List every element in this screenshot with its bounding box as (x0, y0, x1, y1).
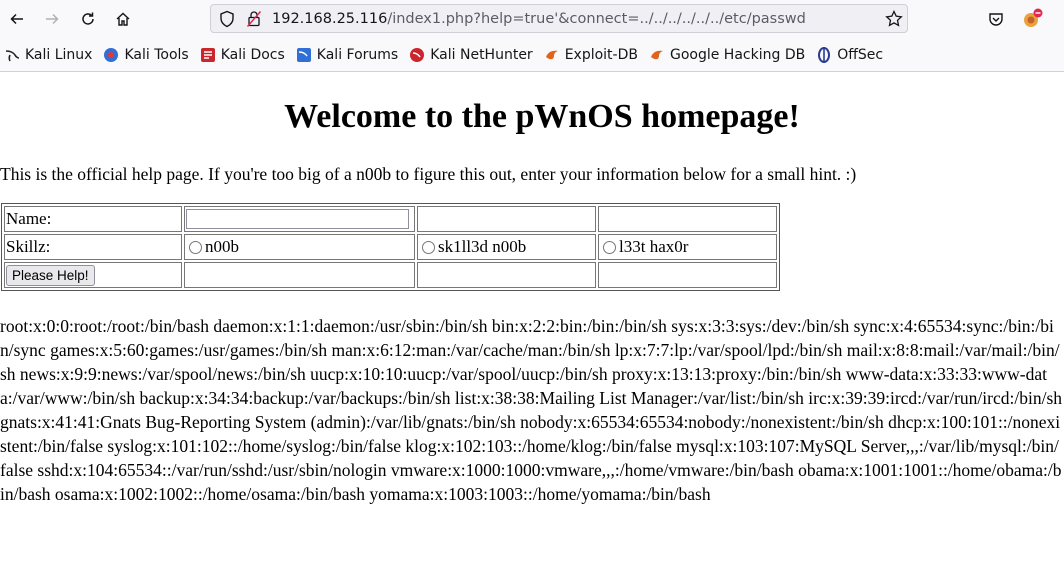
form-row-submit: Please Help! (4, 262, 777, 288)
browser-chrome: 192.168.25.116/index1.php?help=true'&con… (0, 0, 1064, 72)
extensions-button[interactable] (1019, 6, 1045, 32)
bookmark-label: Kali Forums (316, 47, 399, 63)
empty-cell (598, 262, 777, 288)
skillz-label: Skillz: (4, 234, 182, 260)
intro-text: This is the official help page. If you'r… (0, 164, 857, 184)
name-label: Name: (4, 206, 182, 232)
radio-leet-haxor[interactable] (603, 240, 616, 254)
pocket-icon (989, 13, 1003, 26)
bookmark-label: Kali Tools (124, 47, 189, 63)
bookmark-label: Kali NetHunter (430, 47, 533, 63)
form-row-name: Name: (4, 206, 777, 232)
arrow-left-icon (10, 13, 23, 25)
bookmark-kali-tools[interactable]: Kali Tools (103, 47, 189, 63)
bookmark-kali-nethunter[interactable]: Kali NetHunter (409, 47, 533, 63)
shield-icon[interactable] (219, 10, 235, 28)
bookmark-kali-forums[interactable]: Kali Forums (296, 47, 398, 63)
insecure-lock-icon[interactable] (246, 10, 262, 28)
kali-nethunter-icon (410, 48, 425, 62)
url-bar[interactable]: 192.168.25.116/index1.php?help=true'&con… (210, 4, 908, 33)
kali-forums-icon (296, 48, 311, 62)
url-path: /index1.php?help=true'&connect=../../../… (387, 11, 806, 27)
passwd-output: root:x:0:0:root:/root:/bin/bash daemon:x… (0, 316, 1063, 504)
offsec-icon (818, 47, 831, 63)
name-cell (184, 206, 415, 232)
extension-icon (1024, 8, 1043, 27)
kali-dragon-icon (5, 50, 20, 62)
bookmark-offsec[interactable]: OffSec (816, 47, 883, 63)
bookmarks-toolbar: Kali Linux Kali Tools Kali Docs Kali For… (0, 42, 1064, 68)
empty-cell (184, 262, 415, 288)
form-row-skillz: Skillz: n00b sk1ll3d n00b l33t hax0r (4, 234, 777, 260)
reload-button[interactable] (75, 6, 101, 32)
empty-cell (598, 206, 777, 232)
skill-option-label: sk1ll3d n00b (438, 237, 527, 256)
kali-docs-icon (200, 48, 215, 62)
skill-option-leet[interactable]: l33t hax0r (598, 234, 777, 260)
skill-option-label: n00b (205, 237, 239, 256)
bookmark-ghdb[interactable]: Google Hacking DB (649, 47, 805, 63)
empty-cell (417, 206, 596, 232)
submit-cell: Please Help! (4, 262, 182, 288)
ghdb-icon (650, 50, 663, 60)
bookmark-exploit-db[interactable]: Exploit-DB (544, 47, 638, 63)
skill-option-n00b[interactable]: n00b (184, 234, 415, 260)
bookmark-label: Exploit-DB (564, 47, 638, 63)
skill-option-skilled[interactable]: sk1ll3d n00b (417, 234, 596, 260)
kali-tools-icon (104, 48, 119, 62)
nav-toolbar: 192.168.25.116/index1.php?help=true'&con… (0, 0, 1064, 38)
bookmark-label: Google Hacking DB (669, 47, 806, 63)
page-title: Welcome to the pWnOS homepage! (284, 98, 800, 135)
home-button[interactable] (110, 6, 136, 32)
bookmark-label: OffSec (837, 47, 884, 63)
url-text[interactable]: 192.168.25.116/index1.php?help=true'&con… (272, 11, 806, 27)
star-bookmark-icon[interactable] (885, 10, 903, 28)
radio-skilled-n00b[interactable] (422, 240, 435, 254)
please-help-button[interactable]: Please Help! (6, 264, 95, 286)
reload-icon (82, 12, 94, 25)
exploit-db-icon (545, 50, 558, 60)
forward-button[interactable] (39, 6, 65, 32)
pocket-button[interactable] (983, 6, 1009, 32)
radio-n00b[interactable] (189, 240, 202, 254)
bookmark-label: Kali Linux (25, 47, 93, 63)
empty-cell (417, 262, 596, 288)
bookmark-kali-docs[interactable]: Kali Docs (200, 47, 285, 63)
url-host: 192.168.25.116 (272, 11, 388, 27)
home-icon (116, 12, 130, 26)
arrow-right-icon (46, 13, 59, 25)
back-button[interactable] (4, 6, 30, 32)
help-form: Name: Skillz: n00b sk1ll3d n00b l33t hax… (1, 203, 780, 291)
bookmark-kali-linux[interactable]: Kali Linux (4, 47, 92, 63)
name-input[interactable] (186, 209, 409, 230)
skill-option-label: l33t hax0r (619, 237, 689, 256)
bookmark-label: Kali Docs (220, 47, 285, 63)
